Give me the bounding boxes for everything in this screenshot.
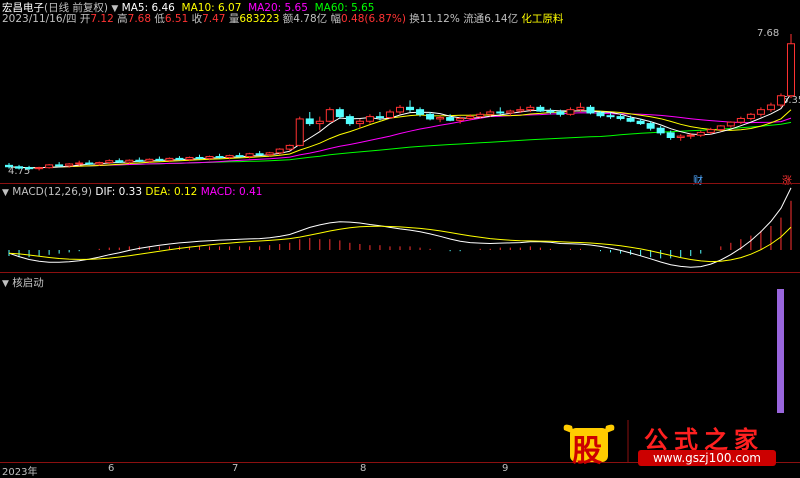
candle-body <box>736 117 745 123</box>
watermark-logo-char: 股 <box>572 434 602 469</box>
candle-body <box>566 109 575 115</box>
candle-body <box>686 134 695 137</box>
candle-body <box>25 167 34 170</box>
candle-body <box>786 43 795 97</box>
candle-body <box>626 117 635 122</box>
candle-body <box>375 116 384 119</box>
candle-body <box>546 110 555 113</box>
candle-body <box>185 156 194 160</box>
candle-body <box>95 162 104 165</box>
candle-body <box>165 157 174 161</box>
candle-body <box>105 160 114 164</box>
candle-body <box>305 118 314 125</box>
candle-body <box>115 160 124 163</box>
candle-body <box>726 121 735 127</box>
candle-body <box>135 159 144 162</box>
ma-line-ma20 <box>8 112 792 169</box>
candle-body <box>205 156 214 159</box>
candle-body <box>5 164 14 168</box>
candle-body <box>656 127 665 134</box>
dea-line <box>8 225 792 263</box>
candle-body <box>466 116 475 119</box>
candle-body <box>766 104 775 111</box>
candle-body <box>125 159 134 163</box>
candle-body <box>265 152 274 156</box>
candle-body <box>85 162 94 165</box>
candle-body <box>245 153 254 158</box>
candle-body <box>355 120 364 125</box>
candle-body <box>526 106 535 111</box>
candle-body <box>586 106 595 114</box>
candle-body <box>215 156 224 159</box>
candle-body <box>636 120 645 125</box>
candle-body <box>295 118 304 146</box>
candle-body <box>456 117 465 121</box>
candle-body <box>696 131 705 136</box>
candle-body <box>275 148 284 154</box>
candle-body <box>175 157 184 160</box>
candle-body <box>35 167 44 170</box>
candle-body <box>506 110 515 114</box>
candle-body <box>576 106 585 111</box>
candle-body <box>365 116 374 122</box>
candle-body <box>416 109 425 115</box>
x-label-jul: 7 <box>232 463 239 474</box>
x-label-year: 2023年 <box>2 467 38 478</box>
candle-body <box>446 117 455 121</box>
candle-body <box>145 158 154 162</box>
candle-body <box>195 156 204 159</box>
candle-body <box>385 111 394 119</box>
candle-body <box>746 113 755 119</box>
candle-body <box>155 158 164 161</box>
candle-body <box>606 115 615 118</box>
candle-body <box>15 166 24 169</box>
candle-body <box>75 162 84 165</box>
watermark-logo: 股 <box>560 420 618 469</box>
candle-body <box>666 132 675 139</box>
candle-body <box>496 111 505 114</box>
candle-body <box>225 155 234 158</box>
x-label-sep: 9 <box>502 463 509 474</box>
candle-body <box>716 125 725 131</box>
candle-body <box>315 120 324 125</box>
candle-body <box>516 109 525 112</box>
candle-body <box>395 106 405 113</box>
candle-body <box>776 95 785 106</box>
candle-body <box>616 116 625 119</box>
candle-body <box>255 153 264 156</box>
candle-body <box>556 111 565 115</box>
candle-body <box>345 116 354 125</box>
candle-body <box>55 164 64 167</box>
candle-body <box>65 163 74 167</box>
candle-body <box>325 109 334 122</box>
candle-body <box>596 112 605 117</box>
stock-chart[interactable] <box>0 0 800 474</box>
candle-body <box>335 109 344 118</box>
candle-body <box>426 113 435 120</box>
candle-body <box>285 144 294 150</box>
candle-body <box>406 106 415 111</box>
indicator-bar <box>777 289 784 413</box>
candle-body <box>476 113 485 118</box>
candle-body <box>45 164 54 169</box>
candle-body <box>536 106 545 112</box>
candle-body <box>486 111 495 115</box>
ma-line-ma5 <box>8 93 792 169</box>
candle-body <box>756 109 765 115</box>
candle-body <box>676 135 685 139</box>
watermark-url: www.gszj100.com <box>638 450 776 466</box>
candle-body <box>706 129 715 133</box>
x-label-aug: 8 <box>360 463 367 474</box>
candle-body <box>436 117 445 120</box>
candle-body <box>646 123 655 129</box>
ma-line-ma10 <box>8 109 792 169</box>
x-label-jun: 6 <box>108 463 115 474</box>
dif-line <box>8 187 792 268</box>
candle-body <box>235 155 244 158</box>
